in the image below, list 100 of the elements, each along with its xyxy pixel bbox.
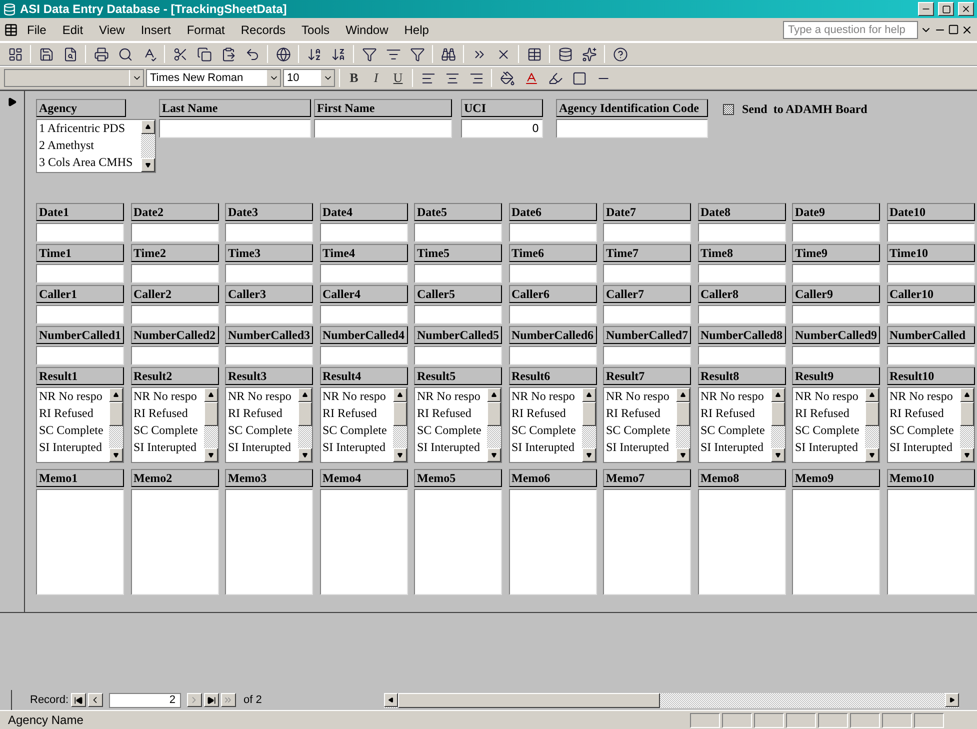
text-field[interactable] [698, 264, 786, 283]
list-item[interactable]: NR No respo [39, 388, 109, 405]
memo-field[interactable] [603, 489, 691, 595]
text-field[interactable] [130, 223, 218, 242]
list-item[interactable]: NR No respo [228, 388, 298, 405]
list-item[interactable]: SC Complete [417, 422, 487, 439]
list-item[interactable]: RI Refused [322, 405, 392, 422]
result-list[interactable]: NR No respo RI Refused SC Complete SI Interupted [792, 387, 880, 463]
list-item[interactable]: SC Complete [228, 422, 298, 439]
list-item[interactable]: 1 Africentric PDS [39, 120, 141, 137]
text-field[interactable] [508, 264, 596, 283]
down-arrow-icon[interactable] [302, 452, 308, 458]
text-field[interactable] [130, 264, 218, 283]
minimize-icon[interactable] [918, 2, 934, 16]
list-item[interactable]: SC Complete [512, 422, 582, 439]
up-arrow-icon[interactable] [113, 392, 119, 398]
memo-field[interactable] [320, 489, 408, 595]
text-field[interactable] [603, 223, 691, 242]
right-arrow-icon[interactable] [949, 696, 955, 702]
list-item[interactable]: SC Complete [890, 422, 960, 439]
list-item[interactable]: RI Refused [512, 405, 582, 422]
list-item[interactable]: SC Complete [795, 422, 865, 439]
text-field[interactable] [508, 305, 596, 324]
scrollbar[interactable] [204, 388, 218, 462]
memo-field[interactable] [36, 489, 124, 595]
memo-field[interactable] [225, 489, 313, 595]
menu-item[interactable]: Window [338, 20, 396, 38]
font-dropdown[interactable]: Times New Roman [146, 69, 281, 87]
font-size-dropdown[interactable]: 10 [283, 69, 335, 87]
menu-item[interactable]: Records [234, 20, 293, 38]
text-field[interactable] [508, 223, 596, 242]
scrollbar[interactable] [676, 388, 690, 462]
list-item[interactable]: 2 Amethyst [39, 137, 141, 154]
text-field[interactable] [603, 264, 691, 283]
scrollbar[interactable] [392, 388, 406, 462]
up-arrow-icon[interactable] [302, 392, 308, 398]
list-item[interactable]: SI Interupted [700, 439, 770, 456]
list-item[interactable]: NR No respo [795, 388, 865, 405]
previous-record-icon[interactable] [88, 693, 103, 707]
list-item[interactable]: RI Refused [228, 405, 298, 422]
list-item[interactable]: SI Interupted [417, 439, 487, 456]
maximize-icon[interactable] [938, 2, 954, 16]
memo-field[interactable] [698, 489, 786, 595]
text-field[interactable] [603, 305, 691, 324]
text-field[interactable] [36, 264, 124, 283]
close-icon[interactable] [961, 24, 973, 36]
list-item[interactable]: RI Refused [134, 405, 204, 422]
text-field[interactable] [792, 305, 880, 324]
list-item[interactable]: NR No respo [322, 388, 392, 405]
scrollbar[interactable] [582, 388, 596, 462]
up-arrow-icon[interactable] [586, 392, 592, 398]
text-field[interactable]: 0 [461, 119, 543, 138]
memo-field[interactable] [414, 489, 502, 595]
text-field[interactable] [320, 264, 408, 283]
result-list[interactable]: NR No respo RI Refused SC Complete SI Interupted [320, 387, 408, 463]
up-arrow-icon[interactable] [774, 392, 780, 398]
text-style-button[interactable]: I [366, 68, 386, 88]
text-field[interactable] [36, 305, 124, 324]
down-arrow-icon[interactable] [145, 162, 151, 168]
text-field[interactable] [130, 305, 218, 324]
up-arrow-icon[interactable] [396, 392, 402, 398]
text-field[interactable] [886, 223, 974, 242]
menu-item[interactable]: View [92, 20, 132, 38]
result-list[interactable]: NR No respo RI Refused SC Complete SI Interupted [36, 387, 124, 463]
left-arrow-icon[interactable] [388, 696, 394, 702]
text-field[interactable] [159, 119, 311, 138]
next-record-icon[interactable] [186, 693, 202, 707]
scrollbar[interactable] [298, 388, 312, 462]
text-field[interactable] [130, 346, 218, 365]
text-field[interactable] [508, 346, 596, 365]
up-arrow-icon[interactable] [680, 392, 686, 398]
list-item[interactable]: NR No respo [134, 388, 204, 405]
menu-item[interactable]: Edit [55, 20, 90, 38]
down-arrow-icon[interactable] [491, 452, 497, 458]
menu-item[interactable]: Help [397, 20, 436, 38]
text-field[interactable] [314, 119, 452, 138]
scrollbar[interactable] [960, 388, 974, 462]
help-search-field[interactable]: Type a question for help [783, 20, 918, 38]
text-field[interactable] [414, 346, 502, 365]
text-field[interactable] [792, 346, 880, 365]
text-field[interactable] [698, 223, 786, 242]
result-list[interactable]: NR No respo RI Refused SC Complete SI Interupted [508, 387, 596, 463]
menu-item[interactable]: Tools [294, 20, 337, 38]
text-field[interactable] [792, 264, 880, 283]
menu-item[interactable]: Format [180, 20, 232, 38]
result-list[interactable]: NR No respo RI Refused SC Complete SI Interupted [603, 387, 691, 463]
list-item[interactable]: SC Complete [700, 422, 770, 439]
memo-field[interactable] [792, 489, 880, 595]
new-record-icon[interactable] [220, 693, 236, 707]
up-arrow-icon[interactable] [964, 392, 970, 398]
list-item[interactable]: NR No respo [606, 388, 676, 405]
result-list[interactable]: NR No respo RI Refused SC Complete SI Interupted [414, 387, 502, 463]
text-field[interactable] [225, 223, 313, 242]
list-item[interactable]: SI Interupted [795, 439, 865, 456]
list-item[interactable]: NR No respo [700, 388, 770, 405]
text-field[interactable] [320, 346, 408, 365]
list-item[interactable]: SC Complete [134, 422, 204, 439]
text-field[interactable] [792, 223, 880, 242]
list-item[interactable]: SI Interupted [512, 439, 582, 456]
result-list[interactable]: NR No respo RI Refused SC Complete SI Interupted [886, 387, 974, 463]
